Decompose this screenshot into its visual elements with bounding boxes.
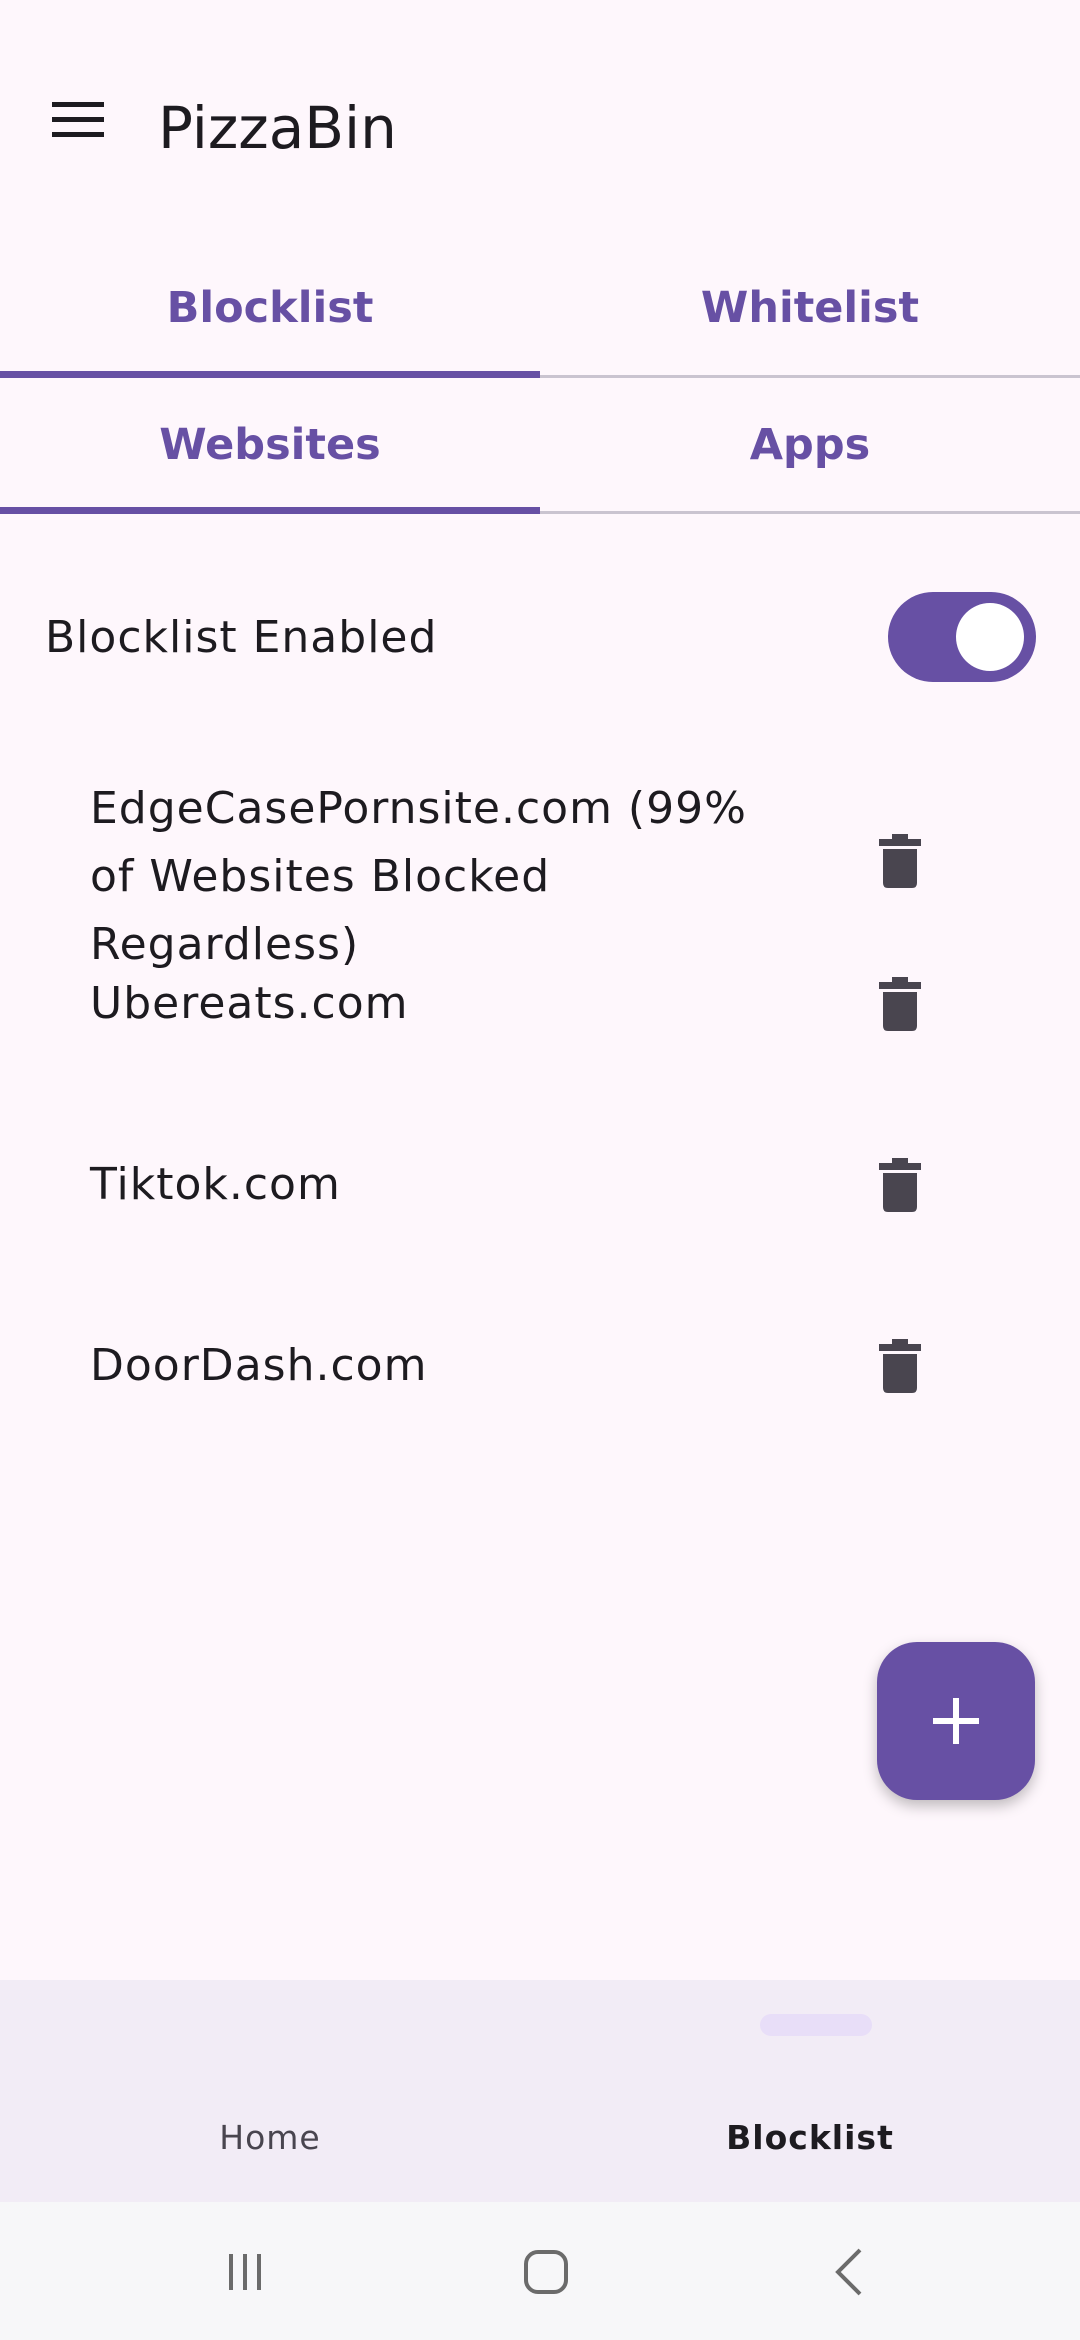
tab-label: Websites (159, 419, 381, 470)
delete-button[interactable] (866, 1151, 934, 1219)
bottom-navigation-bar: Home Blocklist (0, 1980, 1080, 2202)
switch-thumb (956, 603, 1024, 671)
app-title: PizzaBin (158, 94, 397, 162)
list-item: EdgeCasePornsite.com (99% of Websites Bl… (0, 770, 1080, 970)
delete-icon (879, 977, 921, 1031)
tab-indicator (0, 371, 540, 378)
nav-item-home[interactable]: Home (0, 1980, 540, 2202)
list-item: Ubereats.com (0, 970, 1080, 1070)
delete-icon (879, 834, 921, 888)
tab-websites[interactable]: Websites (0, 378, 540, 514)
tab-label: Apps (749, 419, 871, 470)
nav-item-blocklist[interactable]: Blocklist (540, 1980, 1080, 2202)
tab-blocklist[interactable]: Blocklist (0, 240, 540, 378)
delete-button[interactable] (866, 970, 934, 1038)
home-button[interactable] (511, 2237, 581, 2307)
delete-icon (879, 1339, 921, 1393)
delete-button[interactable] (866, 1332, 934, 1400)
list-item: DoorDash.com (0, 1332, 1080, 1432)
blocklist-enabled-label: Blocklist Enabled (45, 612, 438, 663)
screen: PizzaBin Blocklist Whitelist Websites Ap… (0, 0, 1080, 2340)
active-indicator (760, 2014, 872, 2036)
recents-button[interactable] (210, 2237, 280, 2307)
website-name: Tiktok.com (90, 1159, 341, 1210)
website-name: EdgeCasePornsite.com (99% of Websites Bl… (90, 783, 747, 970)
primary-tab-bar: Blocklist Whitelist (0, 240, 1080, 378)
menu-button[interactable] (40, 88, 120, 152)
nav-label: Blocklist (726, 2118, 894, 2157)
home-icon (524, 2250, 568, 2294)
tab-apps[interactable]: Apps (540, 378, 1080, 511)
back-button[interactable] (815, 2237, 885, 2307)
tab-whitelist[interactable]: Whitelist (540, 240, 1080, 375)
system-navigation-bar (0, 2202, 1080, 2340)
delete-button[interactable] (866, 827, 934, 895)
recents-icon (229, 2254, 261, 2290)
blocklist-enabled-row: Blocklist Enabled (0, 580, 1080, 694)
tab-label: Blocklist (166, 282, 374, 333)
nav-label: Home (219, 2118, 321, 2157)
list-item: Tiktok.com (0, 1151, 1080, 1251)
tab-label: Whitelist (700, 282, 920, 333)
website-name: Ubereats.com (90, 978, 409, 1029)
add-website-button[interactable] (877, 1642, 1035, 1800)
website-name: DoorDash.com (90, 1340, 428, 1391)
secondary-tab-bar: Websites Apps (0, 378, 1080, 514)
top-app-bar: PizzaBin (0, 0, 1080, 230)
delete-icon (879, 1158, 921, 1212)
back-icon (835, 2248, 862, 2296)
plus-icon (933, 1698, 979, 1744)
tab-indicator (0, 507, 540, 514)
blocklist-enabled-switch[interactable] (888, 592, 1036, 682)
hamburger-menu-icon (52, 102, 104, 137)
